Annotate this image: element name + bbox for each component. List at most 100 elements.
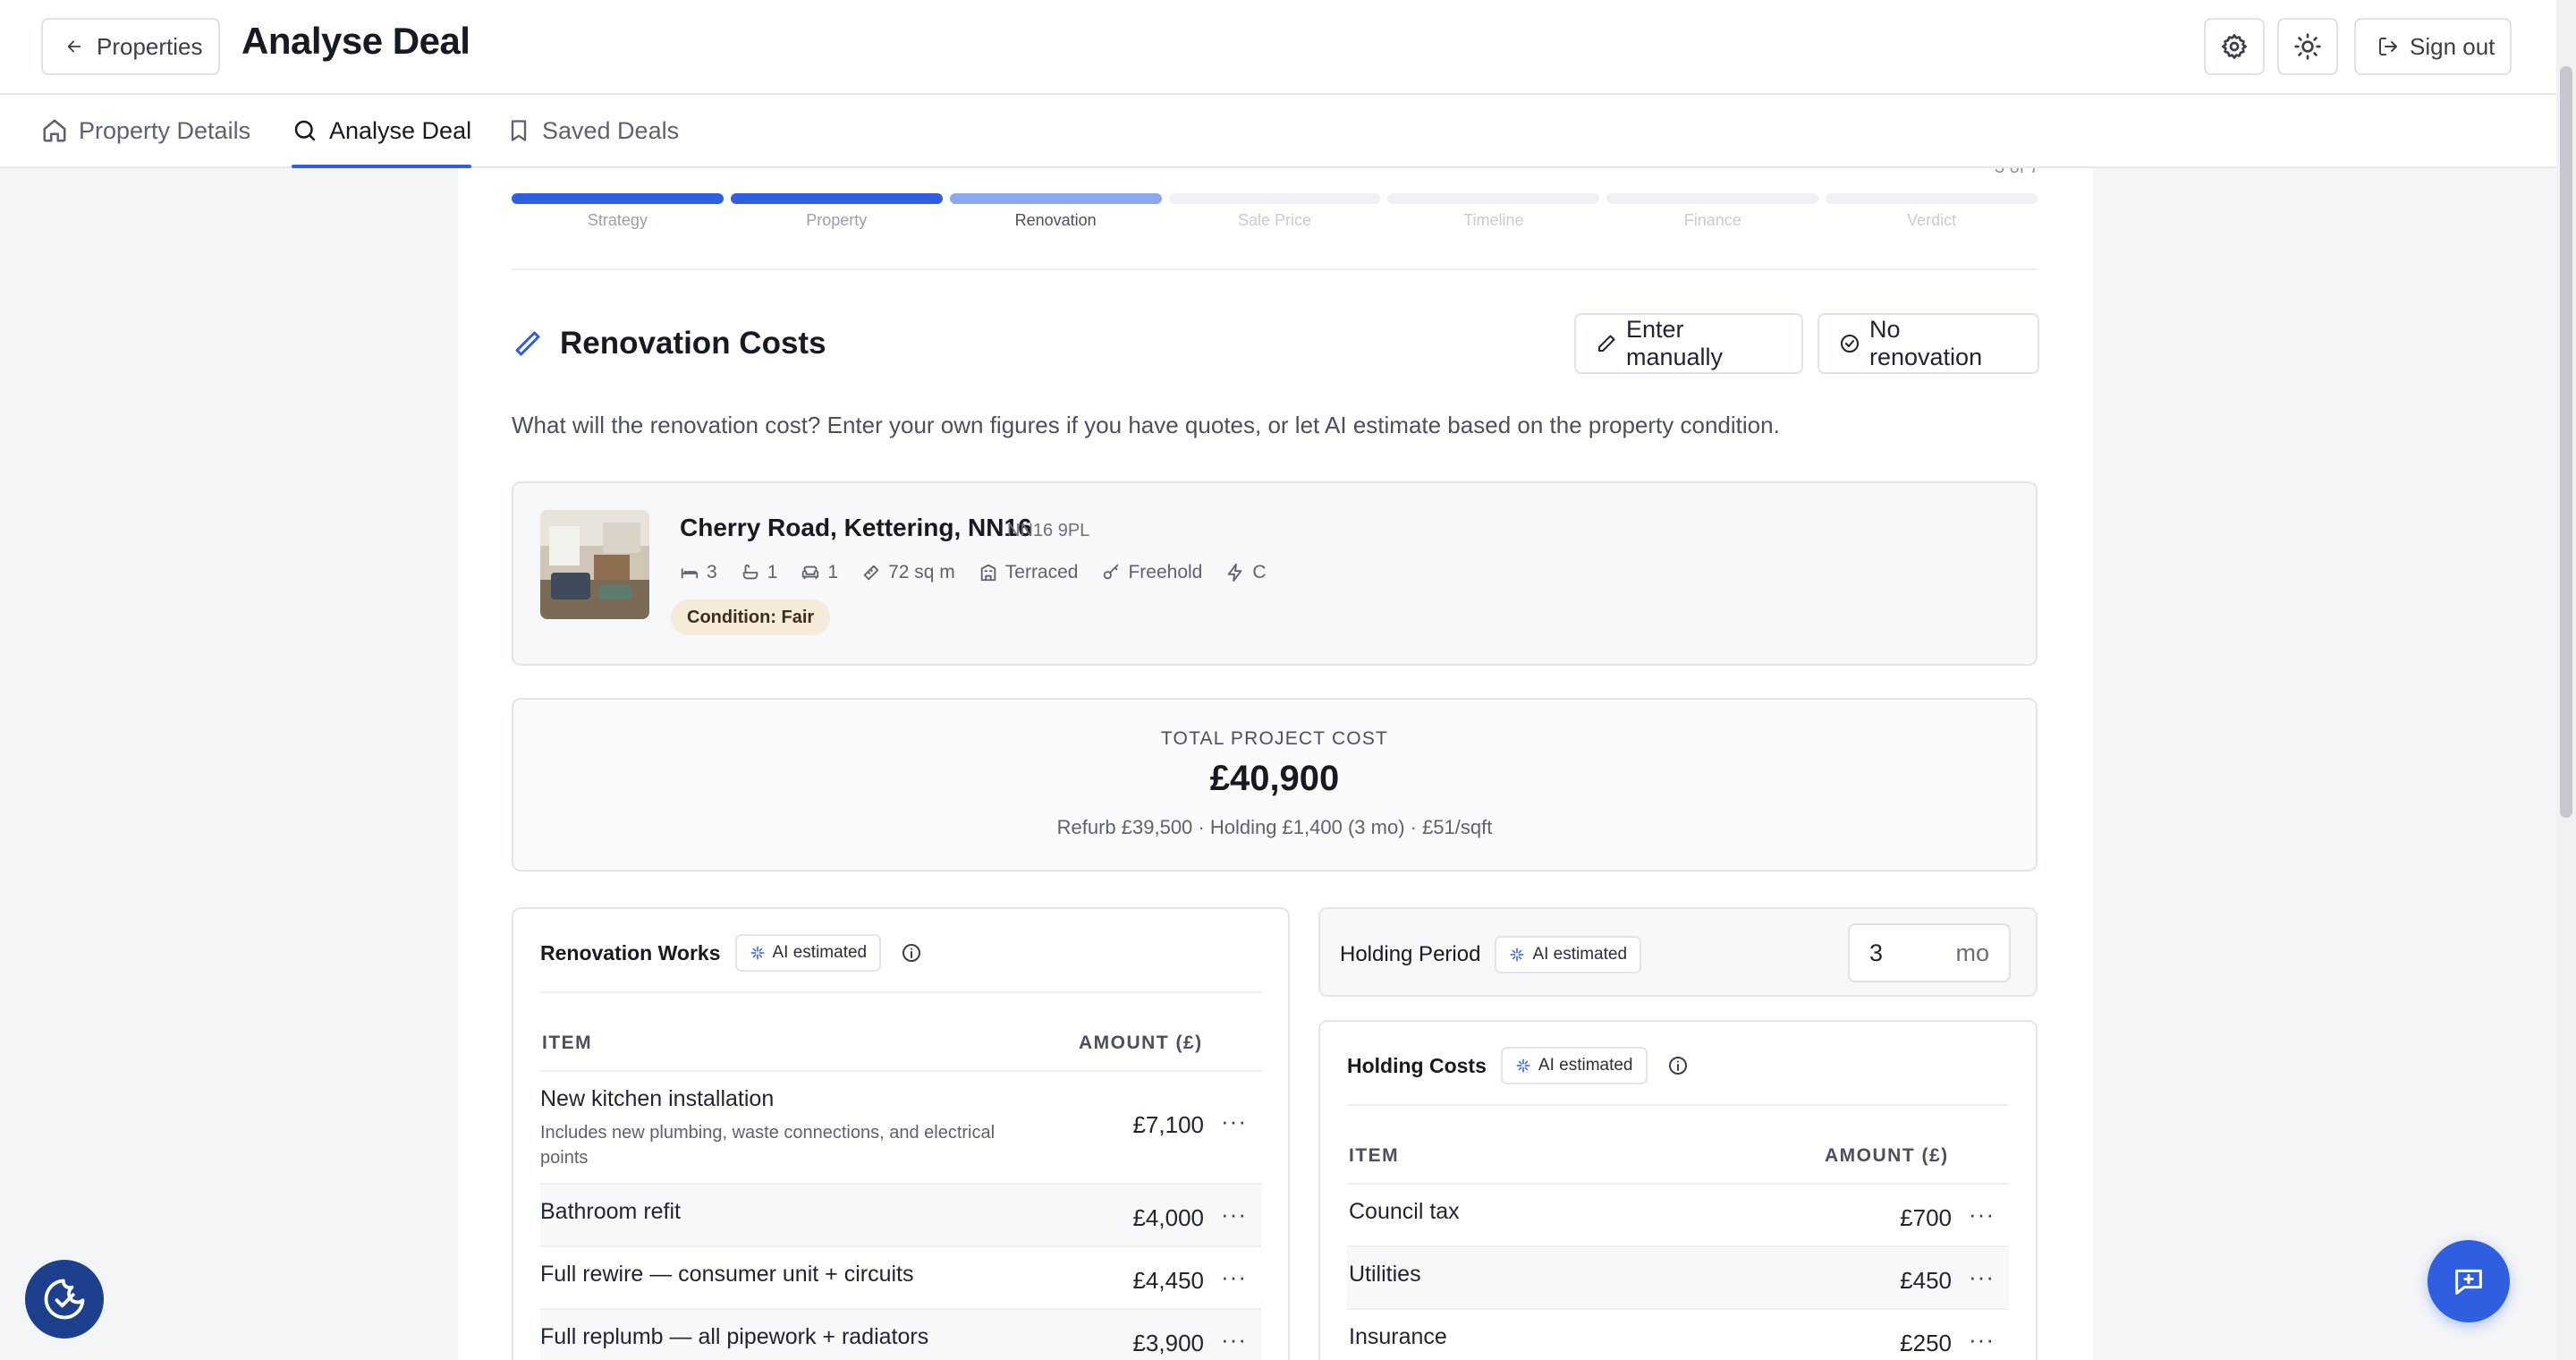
property-summary-card: Cherry Road, Kettering, NN16 NN16 9PL 3 … xyxy=(512,481,2038,666)
card-divider xyxy=(1347,1104,2009,1106)
table-row[interactable]: Full rewire — consumer unit + circuits £… xyxy=(540,1245,1261,1308)
holding-period-input[interactable]: 3 mo xyxy=(1848,923,2011,982)
more-options-icon[interactable]: ··· xyxy=(1969,1201,1995,1228)
sign-out-button[interactable]: Sign out xyxy=(2354,18,2512,75)
renovation-works-card: Renovation Works AI estimated ITEM AMOUN… xyxy=(512,907,1290,1360)
check-circle-icon xyxy=(1839,333,1860,354)
tab-property-details[interactable]: Property Details xyxy=(41,95,250,166)
tab-label: Property Details xyxy=(79,116,251,144)
sofa-icon xyxy=(801,563,820,582)
row-item-name: Full replumb — all pipework + radiators xyxy=(540,1324,929,1349)
sun-icon xyxy=(2293,32,2322,61)
step-counter: 3 of 7 xyxy=(1995,168,2039,178)
holding-costs-header: Holding Costs AI estimated xyxy=(1347,1047,1689,1084)
more-options-icon[interactable]: ··· xyxy=(1221,1263,1247,1291)
accessibility-button[interactable] xyxy=(25,1260,104,1339)
ruler-icon xyxy=(861,563,881,582)
condition-badge: Condition: Fair xyxy=(671,599,831,635)
row-amount: £250 xyxy=(1900,1330,1952,1356)
row-amount: £450 xyxy=(1900,1267,1952,1294)
table-row[interactable]: Utilities £450 ··· xyxy=(1347,1245,2009,1308)
row-item-name: Bathroom refit xyxy=(540,1199,682,1224)
size-value: 72 sq m xyxy=(888,562,955,582)
total-label: TOTAL PROJECT COST xyxy=(1160,728,1389,749)
enter-manually-button[interactable]: Enter manually xyxy=(1574,313,1803,374)
step-bar xyxy=(949,193,1162,204)
holding-period-label: Holding Period xyxy=(1340,942,1481,966)
ai-badge-label: AI estimated xyxy=(1532,945,1628,964)
step-renovation[interactable]: Renovation xyxy=(949,193,1162,230)
tab-saved-deals[interactable]: Saved Deals xyxy=(506,95,679,166)
row-amount: £3,900 xyxy=(1132,1330,1204,1356)
section-divider xyxy=(512,268,2038,270)
settings-button[interactable] xyxy=(2204,18,2265,75)
table-row[interactable]: Insurance £250 ··· xyxy=(1347,1308,2009,1360)
step-bar xyxy=(1387,193,1600,204)
row-amount: £700 xyxy=(1900,1204,1952,1231)
row-item-name: Full rewire — consumer unit + circuits xyxy=(540,1262,914,1287)
step-property[interactable]: Property xyxy=(730,193,943,230)
holding-period-value: 3 xyxy=(1869,939,1884,966)
step-strategy[interactable]: Strategy xyxy=(512,193,724,230)
theme-toggle-button[interactable] xyxy=(2277,18,2338,75)
enter-manually-label: Enter manually xyxy=(1626,316,1724,370)
step-bar xyxy=(1826,193,2038,204)
receptions-value: 1 xyxy=(827,562,839,582)
feature-type: Terraced xyxy=(979,562,1079,583)
more-options-icon[interactable]: ··· xyxy=(1221,1326,1247,1354)
bedrooms-value: 3 xyxy=(707,562,717,582)
step-verdict: Verdict xyxy=(1826,193,2038,230)
table-row[interactable]: New kitchen installation Includes new pl… xyxy=(540,1070,1261,1183)
building-icon xyxy=(979,563,998,582)
col-header-item: ITEM xyxy=(1349,1145,1400,1166)
home-icon xyxy=(41,117,68,144)
info-icon[interactable] xyxy=(1667,1055,1689,1076)
chat-button[interactable] xyxy=(2428,1240,2510,1322)
scrollbar-thumb[interactable] xyxy=(2560,66,2572,818)
step-bar xyxy=(730,193,943,204)
bathrooms-value: 1 xyxy=(767,562,778,582)
logout-icon xyxy=(2377,36,2399,57)
main-tabs: Property Details Analyse Deal Saved Deal… xyxy=(0,95,2556,168)
step-label: Finance xyxy=(1683,211,1741,229)
bed-icon xyxy=(680,563,699,582)
col-header-item: ITEM xyxy=(542,1033,593,1053)
step-bar xyxy=(1168,193,1381,204)
feature-receptions: 1 xyxy=(801,562,838,583)
progress-steps: Strategy Property Renovation Sale Price … xyxy=(512,193,2038,230)
ai-badge-label: AI estimated xyxy=(772,943,868,962)
type-value: Terraced xyxy=(1004,562,1079,582)
back-button-label: Properties xyxy=(97,32,203,60)
ai-estimated-badge: AI estimated xyxy=(734,934,882,972)
col-header-amount: AMOUNT (£) xyxy=(1825,1145,1949,1166)
row-amount: £4,000 xyxy=(1132,1204,1204,1231)
step-bar xyxy=(1606,193,1819,204)
more-options-icon[interactable]: ··· xyxy=(1969,1263,1995,1291)
deal-wizard-panel: 3 of 7 Strategy Property Renovation Sale… xyxy=(458,168,2093,1360)
more-options-icon[interactable]: ··· xyxy=(1969,1326,1995,1354)
page-scrollbar[interactable] xyxy=(2556,0,2576,1360)
more-options-icon[interactable]: ··· xyxy=(1221,1108,1247,1135)
info-icon[interactable] xyxy=(901,942,922,964)
total-breakdown: Refurb £39,500 · Holding £1,400 (3 mo) ·… xyxy=(1056,816,1493,838)
back-to-properties-button[interactable]: Properties xyxy=(41,18,220,75)
tab-analyse-deal[interactable]: Analyse Deal xyxy=(292,95,472,168)
step-label: Verdict xyxy=(1907,211,1957,229)
key-icon xyxy=(1101,563,1121,582)
holding-period-header: Holding Period AI estimated xyxy=(1340,936,1642,973)
row-item-description: Includes new plumbing, waste connections… xyxy=(540,1123,996,1168)
no-renovation-button[interactable]: No renovation xyxy=(1818,313,2039,374)
row-item-name: Utilities xyxy=(1349,1262,1421,1287)
step-label: Property xyxy=(806,211,868,229)
table-row[interactable]: Full replumb — all pipework + radiators … xyxy=(540,1308,1261,1360)
property-postcode: NN16 9PL xyxy=(1007,521,1090,540)
row-item-name: Insurance xyxy=(1349,1324,1447,1349)
table-row[interactable]: Council tax £700 ··· xyxy=(1347,1183,2009,1245)
total-project-cost-card: TOTAL PROJECT COST £40,900 Refurb £39,50… xyxy=(512,698,2038,871)
renovation-works-title: Renovation Works xyxy=(540,940,721,965)
arrow-left-icon xyxy=(64,37,84,56)
table-row[interactable]: Bathroom refit £4,000 ··· xyxy=(540,1183,1261,1245)
more-options-icon[interactable]: ··· xyxy=(1221,1201,1247,1228)
feature-bedrooms: 3 xyxy=(680,562,717,583)
section-heading: Renovation Costs xyxy=(512,326,826,361)
